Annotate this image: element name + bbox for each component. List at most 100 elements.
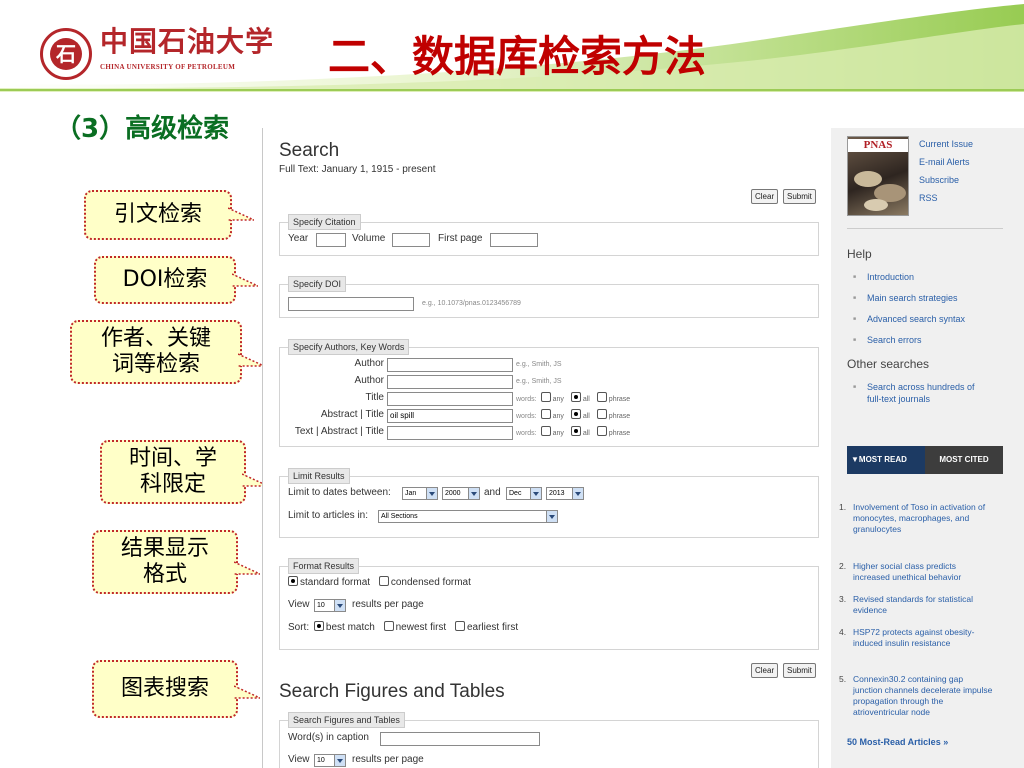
from-month-select[interactable]: Jan (402, 487, 438, 500)
first-page-input[interactable] (490, 233, 538, 247)
article-link[interactable]: Connexin30.2 containing gap junction cha… (853, 674, 992, 717)
any-label: any (552, 413, 564, 420)
author-hint: e.g., Smith, JS (516, 361, 562, 368)
volume-input[interactable] (392, 233, 430, 247)
newest-first-label: newest first (395, 622, 447, 633)
panel-legend: Specify Citation (288, 214, 361, 230)
callout-text: 时间、学科限定 (128, 446, 217, 497)
search-coverage: Full Text: January 1, 1915 - present (279, 164, 436, 175)
panel-legend: Specify Authors, Key Words (288, 339, 410, 355)
results-per-page-select[interactable]: 10 (314, 599, 346, 612)
clear-button[interactable]: Clear (751, 189, 779, 204)
specify-citation-panel: Specify Citation Year Volume First page (279, 214, 819, 256)
tab-most-read[interactable]: ▼MOST READ (847, 446, 925, 474)
submit-button-figures[interactable]: Submit (783, 663, 816, 678)
author-input-1[interactable] (387, 358, 513, 372)
text-abstract-title-input[interactable] (387, 426, 513, 440)
any-radio[interactable] (540, 409, 551, 419)
author-hint: e.g., Smith, JS (516, 378, 562, 385)
callout-figure-table-search: 图表搜索 (92, 660, 238, 718)
sidebar-divider (847, 228, 1003, 229)
article-link[interactable]: Revised standards for statistical eviden… (853, 594, 973, 615)
sort-label: Sort: (288, 622, 310, 633)
list-item[interactable]: 4. HSP72 protects against obesity-induced… (839, 627, 993, 649)
any-label: any (552, 430, 564, 437)
help-item-advanced-syntax[interactable]: Advanced search syntax (853, 313, 965, 325)
panel-legend: Specify DOI (288, 276, 347, 292)
other-search-item[interactable]: Search across hundreds of full-text jour… (853, 381, 991, 405)
chevron-down-icon (468, 488, 479, 499)
phrase-radio[interactable] (596, 426, 607, 436)
subscribe-link[interactable]: Subscribe (919, 174, 959, 186)
most-read-more-link[interactable]: 50 Most-Read Articles » (847, 736, 948, 748)
all-radio[interactable] (570, 392, 581, 402)
tab-label: ▼MOST READ (851, 455, 907, 464)
title-label: Title (365, 392, 384, 403)
section-select[interactable]: All Sections (378, 510, 558, 523)
list-number: 5. (839, 674, 847, 684)
abstract-title-input[interactable]: oil spill (387, 409, 513, 423)
selected-value: 2000 (445, 490, 461, 497)
doi-input[interactable] (288, 297, 414, 311)
to-year-select[interactable]: 2013 (546, 487, 584, 500)
condensed-format-radio[interactable] (378, 576, 389, 586)
from-year-select[interactable]: 2000 (442, 487, 480, 500)
journal-cover-image[interactable]: PNAS (847, 136, 909, 216)
tab-most-cited[interactable]: MOST CITED (925, 446, 1003, 474)
rss-link[interactable]: RSS (919, 192, 938, 204)
selected-value: 10 (317, 757, 325, 764)
volume-label: Volume (352, 233, 386, 244)
format-options: standard format condensed format (286, 575, 471, 591)
any-radio[interactable] (540, 426, 551, 436)
best-match-radio[interactable] (313, 621, 324, 631)
title-input[interactable] (387, 392, 513, 406)
help-item-main-strategies[interactable]: Main search strategies (853, 292, 957, 304)
words-label: words: (516, 413, 537, 420)
selected-value: Dec (509, 490, 522, 497)
callout-text: DOI检索 (122, 267, 208, 292)
article-link[interactable]: Higher social class predicts increased u… (853, 561, 961, 582)
article-link[interactable]: HSP72 protects against obesity-induced i… (853, 627, 974, 648)
list-item[interactable]: 3. Revised standards for statistical evid… (839, 594, 993, 616)
standard-format-radio[interactable] (288, 576, 298, 586)
all-radio[interactable] (570, 409, 581, 419)
format-results-panel: Format Results standard format condensed… (279, 558, 819, 650)
list-item[interactable]: 1. Involvement of Toso in activation of m… (839, 502, 993, 535)
author-label: Author (354, 375, 384, 386)
year-input[interactable] (316, 233, 346, 247)
list-item[interactable]: 2. Higher social class predicts increased… (839, 561, 993, 583)
author-input-2[interactable] (387, 375, 513, 389)
author-label: Author (354, 358, 384, 369)
callout-author-keyword-search: 作者、关键词等检索 (70, 320, 242, 384)
any-radio[interactable] (540, 392, 551, 402)
to-month-select[interactable]: Dec (506, 487, 542, 500)
phrase-radio[interactable] (596, 392, 607, 402)
newest-first-radio[interactable] (383, 621, 394, 631)
article-link[interactable]: Involvement of Toso in activation of mon… (853, 502, 985, 534)
any-label: any (552, 396, 564, 403)
section-title: （3）高级检索 (55, 114, 230, 144)
cover-photo-icon (854, 171, 906, 211)
list-number: 1. (839, 502, 847, 512)
help-item-search-errors[interactable]: Search errors (853, 334, 921, 346)
tab-label: MOST CITED (939, 455, 989, 464)
callout-citation-search: 引文检索 (84, 190, 232, 240)
current-issue-link[interactable]: Current Issue (919, 138, 973, 150)
phrase-radio[interactable] (596, 409, 607, 419)
submit-button[interactable]: Submit (783, 189, 816, 204)
slide-title: 二、数据库检索方法 (328, 32, 707, 81)
figures-per-page-select[interactable]: 10 (314, 754, 346, 767)
list-item[interactable]: 5. Connexin30.2 containing gap junction c… (839, 674, 993, 718)
most-read-list: 1. Involvement of Toso in activation of m… (831, 502, 1024, 742)
panel-legend: Limit Results (288, 468, 350, 484)
selected-value: All Sections (381, 513, 418, 520)
earliest-first-radio[interactable] (454, 621, 465, 631)
email-alerts-link[interactable]: E-mail Alerts (919, 156, 970, 168)
help-item-introduction[interactable]: Introduction (853, 271, 914, 283)
callout-pointer (238, 353, 264, 367)
callout-text: 引文检索 (113, 202, 202, 227)
callout-result-format: 结果显示格式 (92, 530, 238, 594)
caption-input[interactable] (380, 732, 540, 746)
clear-button-figures[interactable]: Clear (751, 663, 779, 678)
all-radio[interactable] (570, 426, 581, 436)
